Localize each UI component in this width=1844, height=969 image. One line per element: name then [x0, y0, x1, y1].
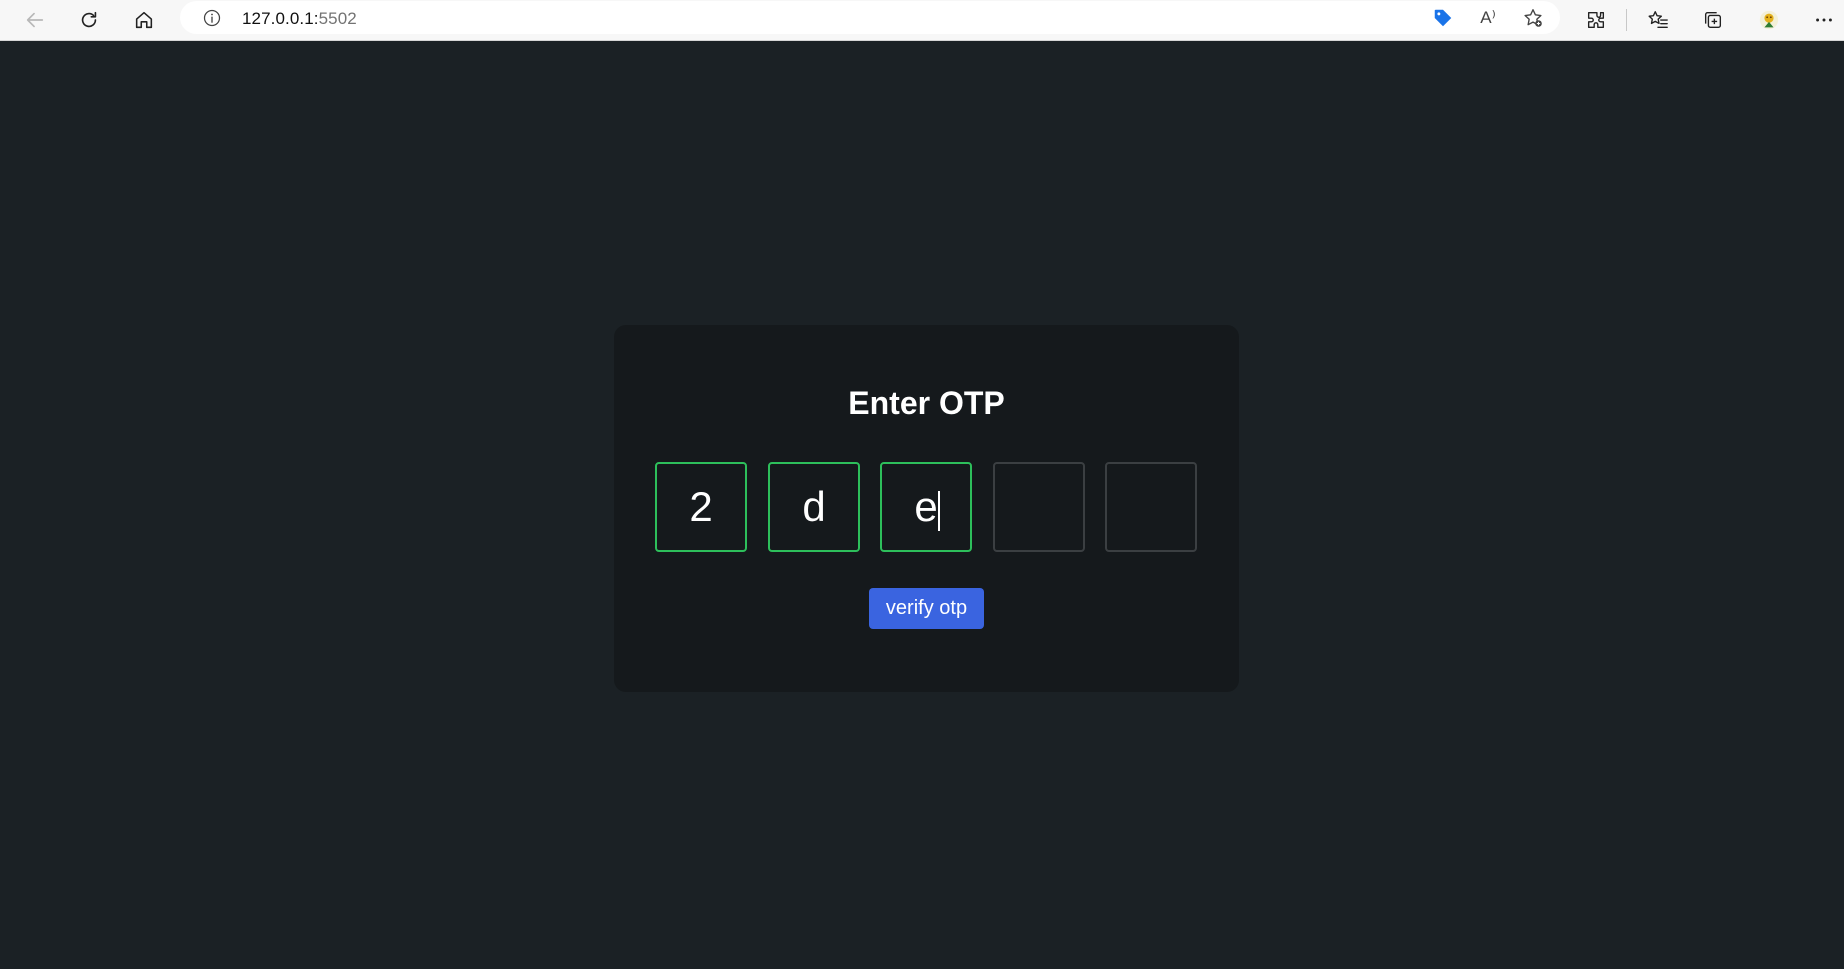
verify-otp-button[interactable]: verify otp	[869, 588, 984, 629]
read-aloud-icon: A⁾	[1480, 8, 1496, 27]
back-icon	[26, 12, 44, 28]
url-host: 127.0.0.1:	[242, 9, 319, 28]
otp-input-2[interactable]: d	[768, 462, 860, 552]
home-icon	[135, 11, 153, 29]
otp-input-3-value: e	[914, 483, 938, 530]
extensions-button[interactable]	[1579, 4, 1613, 36]
otp-input-3[interactable]: e	[880, 462, 972, 552]
back-button[interactable]	[18, 4, 52, 36]
shopping-button[interactable]	[1430, 6, 1456, 30]
otp-card: Enter OTP 2 d e verify otp	[614, 325, 1239, 692]
refresh-button[interactable]	[72, 4, 106, 36]
otp-input-4[interactable]	[993, 462, 1085, 552]
more-icon	[1816, 18, 1832, 22]
site-info-icon[interactable]	[202, 8, 222, 28]
extensions-icon	[1587, 11, 1605, 29]
profile-avatar	[1759, 10, 1779, 30]
favorites-icon	[1648, 11, 1668, 29]
favorites-button[interactable]	[1641, 4, 1675, 36]
collections-icon	[1704, 11, 1722, 29]
shopping-tag-icon	[1434, 9, 1452, 27]
url-text[interactable]: 127.0.0.1:5502	[242, 9, 357, 29]
refresh-icon	[81, 11, 97, 28]
add-favorite-icon	[1524, 9, 1542, 27]
toolbar-separator	[1626, 9, 1627, 31]
home-button[interactable]	[127, 4, 161, 36]
otp-input-5[interactable]	[1105, 462, 1197, 552]
text-caret	[938, 491, 940, 531]
collections-button[interactable]	[1696, 4, 1730, 36]
browser-toolbar: 127.0.0.1:5502 A⁾	[0, 0, 1844, 41]
otp-input-1[interactable]: 2	[655, 462, 747, 552]
add-favorite-button[interactable]	[1520, 6, 1546, 30]
read-aloud-button[interactable]: A⁾	[1475, 6, 1501, 30]
profile-button[interactable]	[1752, 4, 1786, 36]
page-title: Enter OTP	[848, 385, 1005, 421]
more-button[interactable]	[1807, 4, 1841, 36]
address-bar[interactable]: 127.0.0.1:5502 A⁾	[180, 1, 1560, 34]
url-port: 5502	[318, 9, 357, 28]
